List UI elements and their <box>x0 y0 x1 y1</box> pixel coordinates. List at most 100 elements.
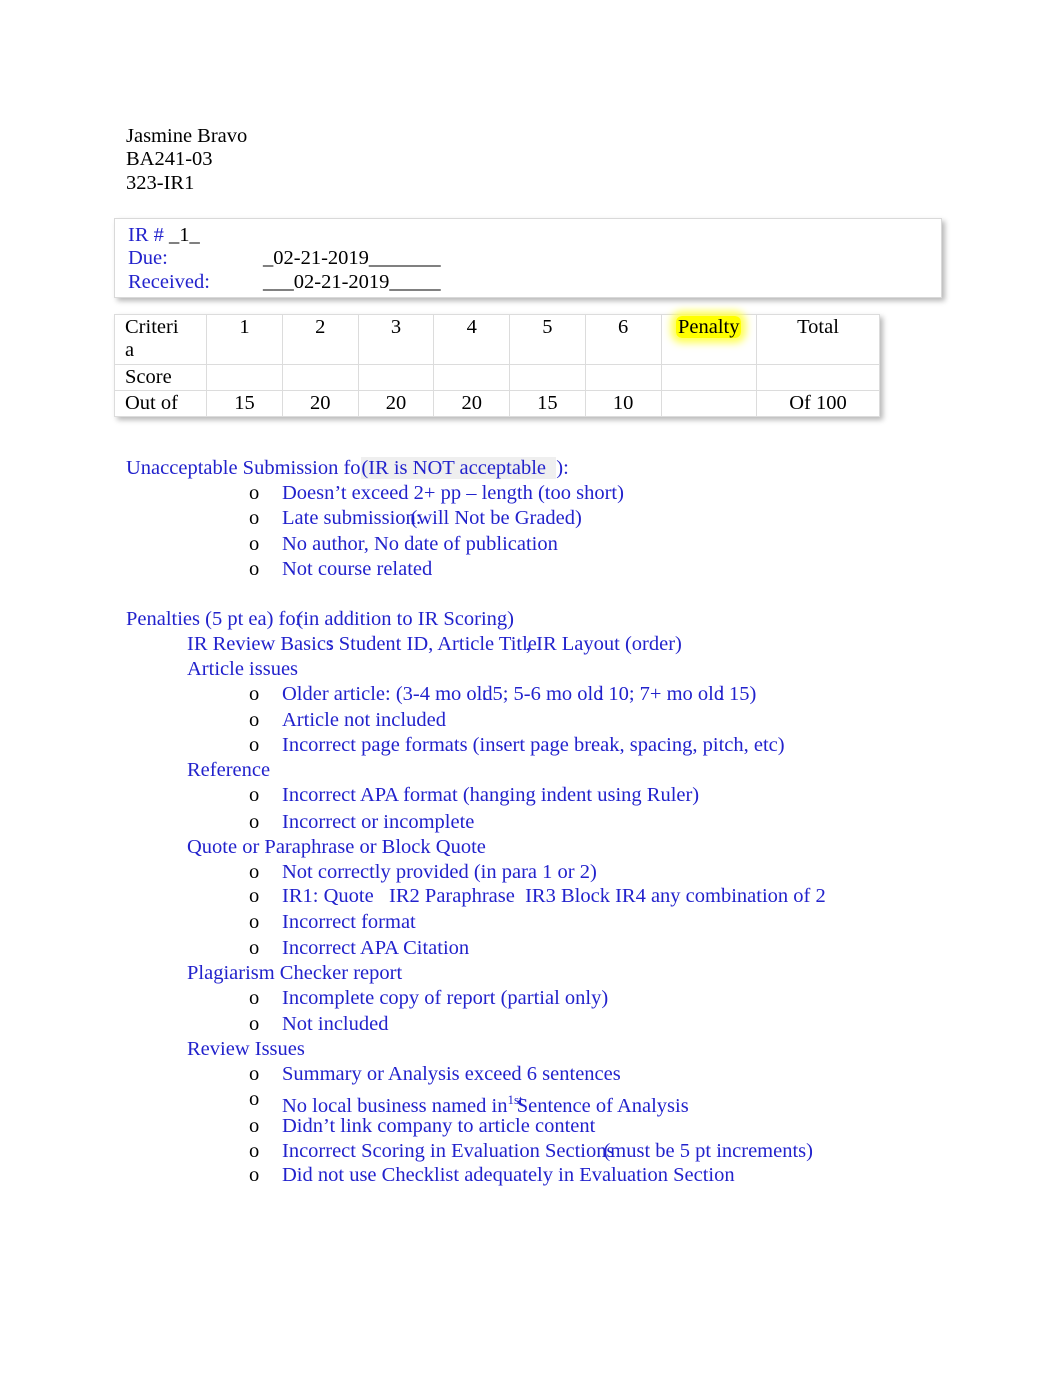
outof-cell-penalty <box>660 389 757 418</box>
criteria-label-line2: a <box>125 339 135 362</box>
reference-item-1: Incorrect APA format (hanging indent usi… <box>282 784 700 806</box>
assignment-code: 323-IR1 <box>126 171 195 194</box>
penalties-heading-main: Penalties (5 pt ea) for <box>126 608 303 630</box>
older-article-mid-1: ; 5-6 mo old <box>502 683 604 705</box>
score-table: Criteri a 1 2 3 4 5 6 Penalty Total Score… <box>113 314 881 418</box>
document-page: Jasmine Bravo BA241-03 323-IR1 IR # _1_ … <box>0 0 1062 1377</box>
group-label-review-issues: Review Issues <box>187 1038 305 1060</box>
bullet-marker-icon: o <box>249 937 260 959</box>
bullet-marker-icon: o <box>249 811 260 833</box>
table-row-score: Score <box>113 363 881 391</box>
article-issues-item-3: Incorrect page formats (insert page brea… <box>282 734 785 756</box>
score-cell-penalty[interactable] <box>660 363 757 391</box>
ir-info-box: IR # _1_ Due: _02-21-2019_______ Received… <box>114 218 942 298</box>
older-article-mid-2: ; 7+ mo old <box>628 683 725 705</box>
penalties-heading: Penalties (5 pt ea) for(in addition to I… <box>126 607 514 632</box>
ir-number-label: IR # <box>128 224 169 246</box>
group-label-quote-paraphrase: Quote or Paraphrase or Block Quote <box>187 836 486 858</box>
plagiarism-item-2: Not included <box>282 1013 389 1035</box>
unacceptable-item-3: No author, No date of publication <box>282 533 558 555</box>
review-issues-item-1: Summary or Analysis exceed 6 sentences <box>282 1063 621 1085</box>
score-cell-total[interactable] <box>755 363 881 391</box>
outof-cell-total: Of 100 <box>755 389 881 418</box>
score-cell-6[interactable] <box>584 363 662 391</box>
group-label-plagiarism-checker: Plagiarism Checker report <box>187 962 403 984</box>
course-code: BA241-03 <box>126 148 213 171</box>
ir-number-value: _1_ <box>169 224 200 246</box>
review-issues-item-3: Didn’t link company to article content <box>282 1115 596 1137</box>
article-issues-item-1: Older article: (3-4 mo old: 5; 5-6 mo ol… <box>282 682 756 707</box>
outof-cell-6: 10 <box>584 389 662 418</box>
criteria-header-cell: Criteri a <box>113 314 208 365</box>
older-article-value-3: : 15 <box>718 683 750 705</box>
incorrect-scoring-tail: (must be 5 pt increments) <box>603 1140 813 1162</box>
bullet-marker-icon: o <box>249 1013 260 1035</box>
bullet-marker-icon: o <box>249 885 260 907</box>
outof-row-label: Out of <box>113 389 208 418</box>
unacceptable-item-1: Doesn’t exceed 2+ pp – length (too short… <box>282 482 624 504</box>
older-article-value-2: : 10 <box>597 683 629 705</box>
unacceptable-heading: Unacceptable Submission for(IR is NOT ac… <box>126 456 569 481</box>
column-header-2: 2 <box>281 314 359 365</box>
bullet-marker-icon: o <box>249 533 260 555</box>
unacceptable-heading-close: ): <box>556 457 569 479</box>
student-name: Jasmine Bravo <box>126 125 248 147</box>
score-cell-5[interactable] <box>509 363 586 391</box>
article-issues-item-2: Article not included <box>282 709 446 731</box>
unacceptable-heading-paren: (IR is <box>361 457 408 479</box>
ir-received-label: Received: <box>128 270 210 293</box>
ir-due-label: Due: <box>128 247 168 270</box>
quote-item-2: IR1: Quote IR2 Paraphrase IR3 Block IR4 … <box>282 885 826 907</box>
quote-item-4: Incorrect APA Citation <box>282 937 470 959</box>
bullet-marker-icon: o <box>249 558 260 580</box>
bullet-marker-icon: o <box>249 784 260 806</box>
bullet-marker-icon: o <box>249 1063 260 1085</box>
bullet-marker-icon: o <box>249 911 260 933</box>
bullet-marker-icon: o <box>249 1115 260 1137</box>
ir-number-row: IR # _1_ <box>128 224 441 247</box>
outof-cell-5: 15 <box>509 389 586 418</box>
bullet-marker-icon: o <box>249 734 260 756</box>
ir-review-basics-tail-b: , IR Layout (order) <box>525 633 682 655</box>
score-cell-2[interactable] <box>281 363 359 391</box>
bullet-marker-icon: o <box>249 1164 260 1186</box>
unacceptable-heading-main: Unacceptable Submission for <box>126 457 368 479</box>
ir-review-basics-tail-a: : Student ID, Article Title <box>327 633 537 655</box>
ir-info-lines: IR # _1_ Due: _02-21-2019_______ Received… <box>128 224 441 294</box>
score-cell-3[interactable] <box>357 363 435 391</box>
document-header: Jasmine Bravo BA241-03 323-IR1 <box>126 125 247 195</box>
unacceptable-item-4: Not course related <box>282 558 433 580</box>
column-header-3: 3 <box>357 314 435 365</box>
ir-due-value: _02-21-2019_______ <box>263 247 441 270</box>
quote-item-1: Not correctly provided (in para 1 or 2) <box>282 861 597 883</box>
bullet-marker-icon: o <box>249 1088 260 1110</box>
unacceptable-item-2-main: Late submission: <box>282 507 422 529</box>
table-row-header: Criteri a 1 2 3 4 5 6 Penalty Total <box>113 314 881 365</box>
outof-cell-2: 20 <box>281 389 359 418</box>
group-label-article-issues: Article issues <box>187 658 299 680</box>
score-cell-1[interactable] <box>206 363 283 391</box>
ir-received-value: ___02-21-2019_____ <box>263 270 441 293</box>
column-header-5: 5 <box>509 314 586 365</box>
bullet-marker-icon: o <box>249 482 260 504</box>
penalties-heading-tail: (in addition to IR Scoring) <box>296 608 514 630</box>
older-article-value-1: : 5 <box>481 683 503 705</box>
quote-item-3: Incorrect format <box>282 911 416 933</box>
older-article-prefix: Older article: (3-4 mo old <box>282 683 493 705</box>
ir-review-basics-label: IR Review Basics <box>187 633 334 655</box>
reference-item-2: Incorrect or incomplete <box>282 811 475 833</box>
outof-cell-1: 15 <box>206 389 283 418</box>
bullet-marker-icon: o <box>249 507 260 529</box>
plagiarism-item-1: Incomplete copy of report (partial only) <box>282 987 609 1009</box>
score-row-label: Score <box>113 363 208 391</box>
incorrect-scoring-prefix: Incorrect Scoring in Evaluation Sections <box>282 1140 615 1162</box>
unacceptable-heading-not: NOT acceptable <box>407 457 557 479</box>
score-cell-4[interactable] <box>433 363 511 391</box>
bullet-marker-icon: o <box>249 987 260 1009</box>
review-issues-item-5: Did not use Checklist adequately in Eval… <box>282 1164 735 1186</box>
column-header-6: 6 <box>584 314 662 365</box>
unacceptable-item-2: Late submission:(will Not be Graded) <box>282 506 582 531</box>
bullet-marker-icon: o <box>249 683 260 705</box>
bullet-marker-icon: o <box>249 1140 260 1162</box>
group-label-reference: Reference <box>187 759 271 781</box>
